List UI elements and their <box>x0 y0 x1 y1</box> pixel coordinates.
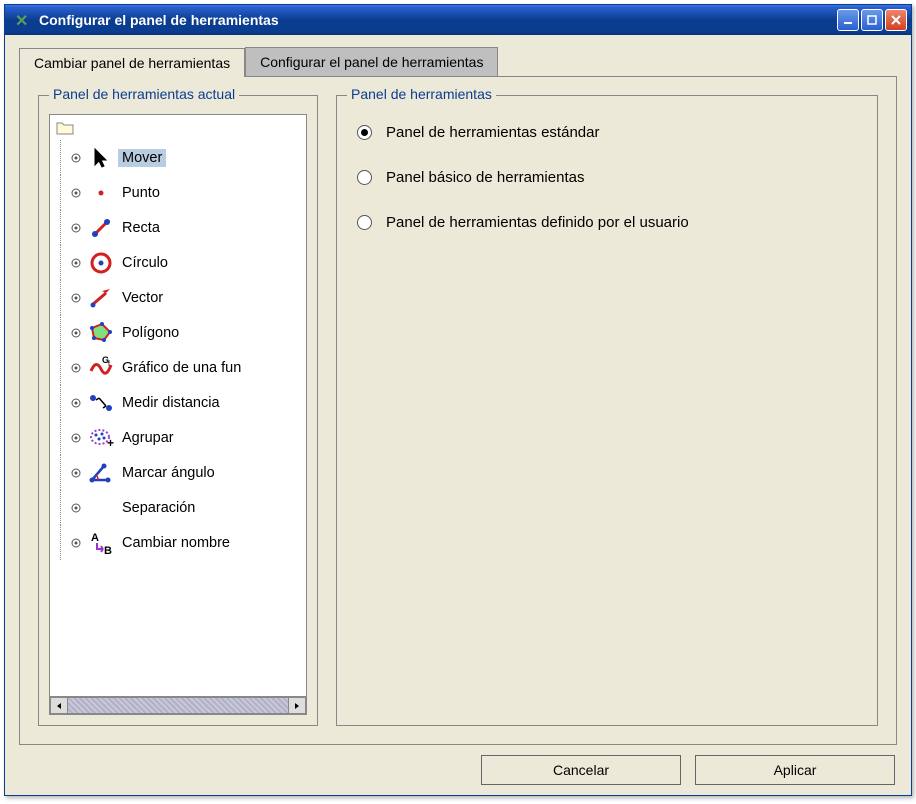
expander-icon[interactable] <box>70 362 82 374</box>
expander-icon[interactable] <box>70 432 82 444</box>
tree-item-label: Círculo <box>118 254 172 272</box>
close-button[interactable] <box>885 9 907 31</box>
tree-item-renombrar[interactable]: AB Cambiar nombre <box>52 525 304 560</box>
radio-label: Panel de herramientas definido por el us… <box>386 214 689 231</box>
expander-icon[interactable] <box>70 537 82 549</box>
tab-strip: Cambiar panel de herramientas Configurar… <box>19 47 897 76</box>
expander-icon[interactable] <box>70 397 82 409</box>
tree-item-circulo[interactable]: Círculo <box>52 245 304 280</box>
rename-icon: AB <box>88 530 114 556</box>
line-icon <box>88 215 114 241</box>
tree-item-punto[interactable]: Punto <box>52 175 304 210</box>
scroll-right-button[interactable] <box>288 697 306 714</box>
titlebar[interactable]: ✕ Configurar el panel de herramientas <box>5 5 911 35</box>
point-icon <box>88 180 114 206</box>
fieldset-legend: Panel de herramientas <box>347 86 496 102</box>
folder-icon <box>56 121 74 135</box>
radio-icon <box>357 125 372 140</box>
dialog-content: Cambiar panel de herramientas Configurar… <box>5 35 911 795</box>
tree-item-label: Separación <box>118 499 199 517</box>
expander-icon[interactable] <box>70 467 82 479</box>
expander-icon[interactable] <box>70 257 82 269</box>
tree-item-medir[interactable]: Medir distancia <box>52 385 304 420</box>
apply-button[interactable]: Aplicar <box>695 755 895 785</box>
cursor-icon <box>88 145 114 171</box>
svg-text:f: f <box>108 361 110 368</box>
tree-item-separacion[interactable]: Separación <box>52 490 304 525</box>
scroll-left-button[interactable] <box>50 697 68 714</box>
svg-text:A: A <box>91 532 99 544</box>
tree-item-label: Marcar ángulo <box>118 464 219 482</box>
radio-standard[interactable]: Panel de herramientas estándar <box>357 124 857 141</box>
tree-item-grafico[interactable]: Gf Gráfico de una fun <box>52 350 304 385</box>
tree-item-poligono[interactable]: Polígono <box>52 315 304 350</box>
button-label: Aplicar <box>774 762 817 778</box>
tree-item-label: Polígono <box>118 324 183 342</box>
tree-item-agrupar[interactable]: + Agrupar <box>52 420 304 455</box>
tree-item-label: Cambiar nombre <box>118 534 234 552</box>
button-bar: Cancelar Aplicar <box>19 745 897 785</box>
tree-item-label: Medir distancia <box>118 394 224 412</box>
tree-item-label: Agrupar <box>118 429 178 447</box>
tab-label: Configurar el panel de herramientas <box>260 54 483 70</box>
tree-item-label: Punto <box>118 184 164 202</box>
svg-text:+: + <box>107 436 114 450</box>
angle-icon <box>88 460 114 486</box>
fieldset-legend: Panel de herramientas actual <box>49 86 239 102</box>
tab-configurar[interactable]: Configurar el panel de herramientas <box>245 47 498 76</box>
expander-icon[interactable] <box>70 152 82 164</box>
vector-icon <box>88 285 114 311</box>
horizontal-scrollbar[interactable] <box>50 696 306 714</box>
tree-item-label: Recta <box>118 219 164 237</box>
radio-basic[interactable]: Panel básico de herramientas <box>357 169 857 186</box>
maximize-button[interactable] <box>861 9 883 31</box>
measure-icon <box>88 390 114 416</box>
tree-root-folder[interactable] <box>52 119 304 140</box>
app-icon: ✕ <box>15 11 33 29</box>
button-label: Cancelar <box>553 762 609 778</box>
expander-icon[interactable] <box>70 292 82 304</box>
function-graph-icon: Gf <box>88 355 114 381</box>
radio-label: Panel básico de herramientas <box>386 169 584 186</box>
tree-item-angulo[interactable]: Marcar ángulo <box>52 455 304 490</box>
minimize-button[interactable] <box>837 9 859 31</box>
radio-icon <box>357 170 372 185</box>
tab-panel: Panel de herramientas actual Mover <box>19 76 897 745</box>
circle-icon <box>88 250 114 276</box>
fieldset-current-panel: Panel de herramientas actual Mover <box>38 95 318 726</box>
dialog-window: ✕ Configurar el panel de herramientas Ca… <box>4 4 912 796</box>
fieldset-panel-type: Panel de herramientas Panel de herramien… <box>336 95 878 726</box>
expander-icon[interactable] <box>70 187 82 199</box>
expander-icon[interactable] <box>70 222 82 234</box>
tree-item-recta[interactable]: Recta <box>52 210 304 245</box>
window-title: Configurar el panel de herramientas <box>39 12 837 28</box>
tree-item-label: Mover <box>118 149 166 167</box>
group-icon: + <box>88 425 114 451</box>
radio-label: Panel de herramientas estándar <box>386 124 599 141</box>
tree-item-vector[interactable]: Vector <box>52 280 304 315</box>
cancel-button[interactable]: Cancelar <box>481 755 681 785</box>
tree-item-label: Vector <box>118 289 167 307</box>
expander-icon[interactable] <box>70 327 82 339</box>
tree-item-label: Gráfico de una fun <box>118 359 245 377</box>
scroll-track[interactable] <box>68 697 288 714</box>
radio-icon <box>357 215 372 230</box>
tab-label: Cambiar panel de herramientas <box>34 55 230 71</box>
tool-tree[interactable]: Mover Punto Recta <box>50 115 306 696</box>
polygon-icon <box>88 320 114 346</box>
tree-container: Mover Punto Recta <box>49 114 307 715</box>
svg-text:B: B <box>104 545 112 556</box>
separator-icon <box>88 495 114 521</box>
expander-icon[interactable] <box>70 502 82 514</box>
tree-item-mover[interactable]: Mover <box>52 140 304 175</box>
radio-user-defined[interactable]: Panel de herramientas definido por el us… <box>357 214 857 231</box>
tab-cambiar[interactable]: Cambiar panel de herramientas <box>19 48 245 77</box>
window-controls <box>837 9 907 31</box>
radio-group: Panel de herramientas estándar Panel bás… <box>347 110 867 273</box>
